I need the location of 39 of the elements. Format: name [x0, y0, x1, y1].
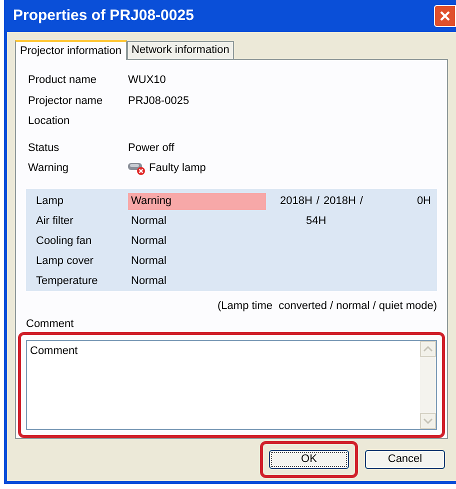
filter-hours: 54H — [306, 215, 326, 228]
field-label: Projector name — [28, 94, 104, 108]
lamp-hours: / — [316, 194, 320, 210]
close-icon — [440, 11, 450, 21]
tab[interactable]: Projector information — [15, 40, 126, 60]
lamp-hours: 2018H — [280, 194, 312, 210]
scrollbar[interactable] — [420, 341, 436, 429]
comment-field[interactable]: Comment — [26, 340, 437, 430]
component-status: Warning — [128, 193, 266, 210]
tab[interactable]: Network information — [126, 41, 234, 59]
lamp-time-note: (Lamp time converted / normal / quiet mode) — [218, 299, 437, 314]
comment-label: Comment — [26, 316, 75, 332]
dialog-button[interactable]: Cancel — [365, 450, 445, 469]
lamp-hours: 2018H — [323, 194, 356, 210]
lamp-hours: 0H — [416, 194, 431, 210]
dialog-button[interactable]: OK — [269, 450, 349, 469]
field-value: PRJ08-0025 — [128, 94, 190, 108]
field-label: Product name — [28, 73, 98, 88]
component-name: Lamp — [36, 194, 65, 210]
lamp-hours: / — [360, 194, 363, 210]
scroll-down-icon[interactable] — [420, 413, 436, 429]
component-name: Air filter — [36, 214, 74, 230]
component-status: Normal — [130, 274, 168, 290]
field-label: Warning — [28, 161, 70, 176]
field-value: WUX10 — [128, 73, 167, 88]
component-status: Normal — [130, 214, 168, 230]
component-status: Normal — [130, 234, 168, 250]
component-name: Cooling fan — [36, 234, 93, 250]
component-status: Normal — [130, 254, 168, 270]
scroll-up-icon[interactable] — [420, 341, 436, 357]
field-label: Status — [28, 140, 60, 156]
field-label: Location — [28, 114, 71, 129]
field-value: Faulty lamp — [149, 161, 206, 176]
field-value: Power off — [128, 140, 174, 156]
window-title: Properties of PRJ08-0025 — [13, 6, 194, 26]
component-name: Lamp cover — [36, 254, 94, 270]
lamp-error-icon — [128, 161, 146, 176]
component-name: Temperature — [36, 274, 99, 290]
close-button[interactable] — [434, 5, 456, 27]
